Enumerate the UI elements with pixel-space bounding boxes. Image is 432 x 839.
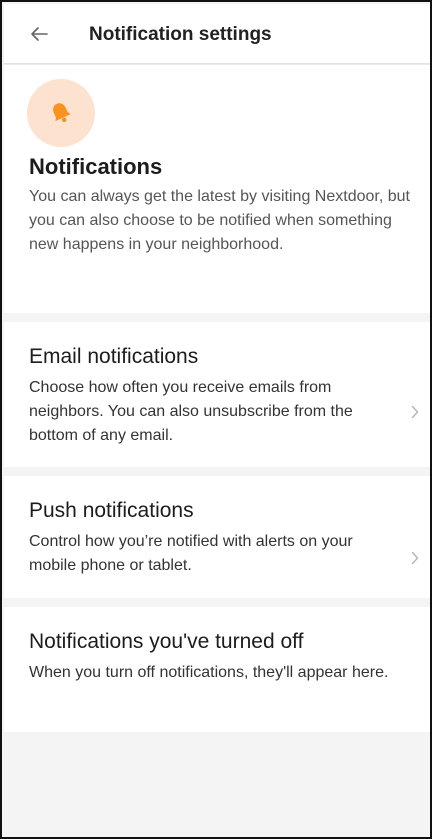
bell-icon-badge [27,79,95,147]
push-notifications-title: Push notifications [29,499,194,522]
app-screen: Notification settings Notifications You … [0,0,432,839]
intro-description: You can always get the latest by visitin… [29,188,410,253]
email-notifications-description: Choose how often you receive emails from… [29,379,353,444]
intro-title: Notifications [29,154,163,179]
chevron-right-icon [408,548,422,568]
turned-off-notifications-title: Notifications you've turned off [29,630,304,653]
chevron-right-icon [408,402,422,422]
page-title: Notification settings [89,24,272,45]
top-app-bar: Notification settings [4,4,430,64]
email-notifications-title: Email notifications [29,345,199,368]
push-notifications-item[interactable]: Push notifications Control how you’re no… [4,476,430,598]
arrow-left-icon [31,27,48,41]
back-button[interactable] [26,19,52,49]
turned-off-notifications-description: When you turn off notifications, they'll… [29,664,389,681]
push-notifications-description: Control how you’re notified with alerts … [29,533,353,574]
turned-off-notifications-item[interactable]: Notifications you've turned off When you… [4,607,430,732]
bell-icon [53,103,71,123]
notifications-intro: Notifications You can always get the lat… [4,65,430,313]
email-notifications-item[interactable]: Email notifications Choose how often you… [4,322,430,467]
